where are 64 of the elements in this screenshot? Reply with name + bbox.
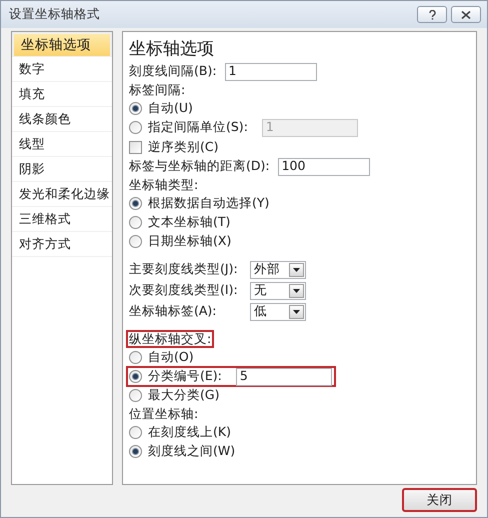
radio-option-row[interactable]: 分类编号(E): 5 (126, 366, 336, 387)
radio-label: 刻度线之间(W) (148, 442, 236, 460)
radio-label: 自动(U) (148, 99, 193, 118)
input-field[interactable]: 100 (278, 158, 370, 176)
radio-button[interactable] (129, 216, 142, 229)
select-label: 次要刻度线类型(I): (129, 281, 239, 300)
radio-button[interactable] (129, 197, 142, 210)
sidebar-item[interactable]: 数字 (12, 57, 112, 82)
window-title: 设置坐标轴格式 (9, 5, 100, 24)
radio-button[interactable] (129, 235, 142, 248)
input-field[interactable]: 5 (236, 368, 332, 386)
help-button[interactable] (417, 6, 447, 23)
input-field[interactable]: 1 (224, 62, 317, 80)
sidebar-item[interactable]: 发光和柔化边缘 (12, 182, 112, 207)
radio-label: 在刻度线上(K) (148, 423, 231, 442)
select-label: 坐标轴标签(A): (129, 302, 218, 320)
dropdown[interactable]: 外部 (250, 260, 306, 278)
sidebar-item[interactable]: 线条颜色 (12, 107, 112, 132)
section-label: 位置坐标轴: (129, 404, 198, 423)
close-button[interactable] (451, 6, 481, 23)
sidebar-item[interactable]: 阴影 (12, 157, 112, 182)
sidebar-item[interactable]: 填充 (12, 82, 112, 107)
radio-option[interactable]: 自动(O) (129, 348, 194, 367)
radio-label: 分类编号(E): (148, 367, 222, 386)
radio-button[interactable] (129, 445, 142, 458)
panel-heading: 坐标轴选项 (129, 38, 215, 61)
radio-option[interactable]: 根据数据自动选择(Y) (129, 194, 270, 213)
radio-option[interactable]: 最大分类(G) (129, 386, 220, 405)
radio-button[interactable] (129, 370, 142, 383)
radio-option[interactable]: 日期坐标轴(X) (129, 232, 232, 251)
field-label: 标签与坐标轴的距离(D): (129, 157, 270, 176)
radio-label: 最大分类(G) (148, 386, 220, 404)
caret-icon (293, 310, 300, 314)
section-label: 纵坐标轴交叉: (126, 330, 214, 348)
radio-option[interactable]: 自动(U) (129, 99, 193, 118)
radio-label: 自动(O) (148, 348, 194, 366)
select-label: 主要刻度线类型(J): (129, 260, 239, 278)
sidebar-item[interactable]: 坐标轴选项 (12, 32, 112, 57)
caret-icon (293, 268, 300, 272)
sidebar-item[interactable]: 线型 (12, 132, 112, 157)
dropdown[interactable]: 低 (250, 302, 306, 320)
close-icon (461, 10, 471, 18)
radio-button[interactable] (129, 426, 142, 439)
radio-option[interactable]: 在刻度线上(K) (129, 423, 231, 442)
radio-label: 日期坐标轴(X) (148, 232, 232, 250)
sidebar-item[interactable]: 三维格式 (12, 207, 112, 232)
radio-label: 文本坐标轴(T) (148, 213, 230, 232)
sidebar-item[interactable]: 对齐方式 (12, 232, 112, 257)
checkbox-label: 逆序类别(C) (148, 138, 218, 156)
radio-option[interactable]: 刻度线之间(W) (129, 442, 236, 461)
caret-icon (293, 288, 300, 292)
radio-option[interactable]: 文本坐标轴(T) (129, 213, 230, 232)
close-dialog-button[interactable]: 关闭 (402, 488, 477, 512)
field-label: 刻度线间隔(B): (129, 62, 217, 80)
radio-label: 根据数据自动选择(Y) (148, 194, 270, 212)
section-label: 坐标轴类型: (129, 176, 198, 194)
help-icon (428, 10, 436, 20)
dropdown[interactable]: 无 (250, 282, 306, 300)
checkbox[interactable] (129, 140, 142, 154)
radio-button[interactable] (129, 102, 142, 115)
radio-button[interactable] (129, 389, 142, 402)
section-label: 标签间隔: (129, 80, 186, 99)
radio-label: 指定间隔单位(S): (148, 118, 248, 136)
radio-button[interactable] (129, 351, 142, 364)
